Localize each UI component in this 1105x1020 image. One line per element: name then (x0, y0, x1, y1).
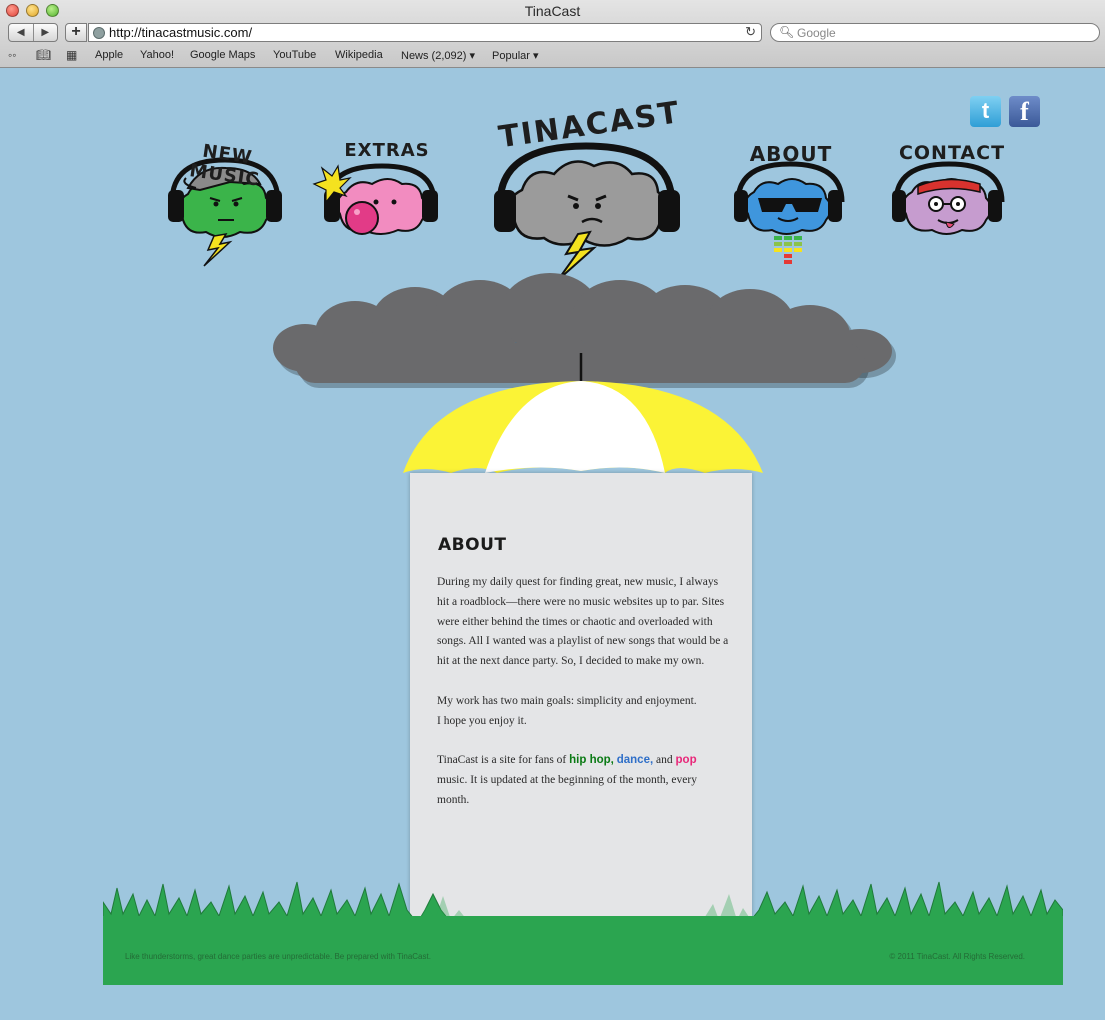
add-bookmark-button[interactable]: + (65, 23, 87, 42)
about-paragraph-2-line-2: I hope you enjoy it. (437, 714, 527, 727)
search-field[interactable]: 🔍︎ Google (770, 23, 1100, 42)
nav-contact-label: CONTACT (898, 142, 1006, 164)
reading-list-icon[interactable]: ◦◦ (8, 48, 17, 62)
back-button[interactable]: ◀ (9, 24, 34, 41)
bookmark-news[interactable]: News (2,092) ▾ (401, 49, 475, 62)
forward-button[interactable]: ▶ (34, 24, 58, 41)
bookmark-popular[interactable]: Popular ▾ (492, 49, 539, 62)
about-heading: ABOUT (438, 535, 507, 555)
genre-pop: pop (675, 754, 697, 767)
bookmark-wikipedia[interactable]: Wikipedia (335, 49, 383, 61)
search-placeholder: Google (797, 26, 836, 40)
title-bar: TinaCast (0, 0, 1105, 22)
nav-about-label: ABOUT (749, 142, 833, 166)
reload-icon[interactable]: ↻ (745, 24, 756, 40)
nav-new-music[interactable]: NEW MUSIC (160, 138, 290, 268)
nav-about[interactable]: ABOUT (730, 138, 850, 268)
nav-extras[interactable]: EXTRAS (312, 140, 442, 250)
bookmark-youtube[interactable]: YouTube (273, 49, 316, 61)
bookmarks-book-icon[interactable]: 📖︎ (36, 48, 51, 62)
about-paragraph-1: During my daily quest for finding great,… (437, 576, 729, 668)
genre-dance: dance, (616, 754, 654, 767)
history-buttons: ◀ ▶ (8, 23, 58, 42)
facebook-icon[interactable]: f (1009, 96, 1040, 127)
footer-tagline: Like thunderstorms, great dance parties … (125, 952, 431, 961)
browser-chrome: TinaCast ◀ ▶ + http://tinacastmusic.com/… (0, 0, 1105, 68)
footer-copyright: © 2011 TinaCast. All Rights Reserved. (889, 952, 1025, 961)
tinacast-logo[interactable]: TINACAST (490, 95, 685, 284)
bookmark-apple[interactable]: Apple (95, 49, 123, 61)
genre-hip-hop: hip hop, (569, 754, 614, 767)
grass-blades-illustration (103, 881, 1063, 920)
nav-contact[interactable]: CONTACT (888, 140, 1010, 250)
bookmarks-bar: ◦◦ 📖︎ ▦ Apple Yahoo! Google Maps YouTube… (0, 46, 1105, 66)
nav-extras-label: EXTRAS (344, 140, 430, 161)
about-paragraph-3-prefix: TinaCast is a site for fans of (437, 754, 570, 767)
about-paragraph-3-and: and (653, 754, 676, 767)
site-favicon-icon (93, 27, 105, 39)
bookmark-google-maps[interactable]: Google Maps (190, 49, 255, 61)
search-icon: 🔍︎ (779, 25, 795, 39)
top-sites-grid-icon[interactable]: ▦ (66, 48, 77, 62)
address-bar[interactable]: http://tinacastmusic.com/ ↻ (88, 23, 762, 42)
about-paragraph-2-line-1: My work has two main goals: simplicity a… (437, 694, 697, 707)
browser-toolbar: ◀ ▶ + http://tinacastmusic.com/ ↻ 🔍︎ Goo… (0, 23, 1105, 43)
window-title: TinaCast (524, 3, 581, 19)
about-text: During my daily quest for finding great,… (437, 573, 729, 830)
address-text: http://tinacastmusic.com/ (109, 25, 253, 40)
footer-ground: Like thunderstorms, great dance parties … (103, 916, 1063, 985)
bookmark-yahoo[interactable]: Yahoo! (140, 49, 174, 61)
about-paragraph-3: TinaCast is a site for fans of hip hop, … (437, 751, 729, 810)
twitter-icon[interactable]: t (970, 96, 1001, 127)
storm-cloud-umbrella-illustration (273, 273, 896, 473)
page-content: t f NEW MUSIC EXTRAS TINACAST ABOUT CONT… (0, 68, 1105, 1020)
about-paragraph-2: My work has two main goals: simplicity a… (437, 692, 729, 732)
about-paragraph-3-suffix: music. It is updated at the beginning of… (437, 773, 697, 806)
